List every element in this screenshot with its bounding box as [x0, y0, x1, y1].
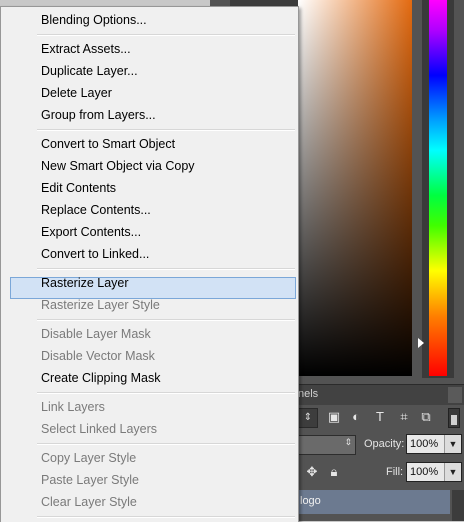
opacity-value: 100% — [410, 438, 439, 450]
menu-item-paste-layer-style[interactable]: Paste Layer Style — [41, 472, 139, 488]
menu-item-group-from-layers[interactable]: Group from Layers... — [41, 107, 156, 123]
menu-separator — [37, 516, 295, 518]
hue-slider-marker[interactable] — [418, 338, 424, 348]
layer-name: logo — [300, 495, 321, 507]
menu-separator — [37, 129, 295, 131]
layer-filter-row: ⇕ ▣ ◐ T ⌗ ⧉ — [298, 406, 464, 428]
lock-row: ✥ 🔒︎ Fill: 100% ▼ — [298, 462, 464, 484]
lock-all-icon[interactable]: 🔒︎ — [326, 464, 342, 480]
menu-item-extract-assets[interactable]: Extract Assets... — [41, 41, 131, 57]
layer-row-selected[interactable]: logo — [298, 490, 450, 514]
type-filter-icon[interactable]: T — [372, 409, 388, 425]
menu-item-copy-layer-style[interactable]: Copy Layer Style — [41, 450, 136, 466]
menu-item-rasterize-layer[interactable]: Rasterize Layer — [41, 275, 129, 291]
blend-mode-row: ⇕ Opacity: 100% ▼ — [298, 434, 464, 456]
shape-filter-icon[interactable]: ⌗ — [396, 409, 412, 425]
chevron-down-icon[interactable]: ▼ — [444, 463, 461, 481]
layers-panel-tabbar: nels — [298, 384, 464, 405]
menu-item-create-clipping-mask[interactable]: Create Clipping Mask — [41, 370, 161, 386]
menu-item-convert-to-smart-object[interactable]: Convert to Smart Object — [41, 136, 175, 152]
menu-separator — [37, 443, 295, 445]
menu-item-export-contents[interactable]: Export Contents... — [41, 224, 141, 240]
menu-item-clear-layer-style[interactable]: Clear Layer Style — [41, 494, 137, 510]
fill-value: 100% — [410, 466, 439, 478]
hue-slider[interactable] — [429, 0, 447, 376]
layers-scrollbar[interactable] — [452, 490, 464, 521]
menu-item-rasterize-layer-style[interactable]: Rasterize Layer Style — [41, 297, 160, 313]
opacity-label: Opacity: — [364, 438, 405, 450]
menu-item-disable-layer-mask[interactable]: Disable Layer Mask — [41, 326, 151, 342]
menu-item-duplicate-layer[interactable]: Duplicate Layer... — [41, 63, 138, 79]
filter-kind-stepper[interactable]: ⇕ — [298, 408, 318, 428]
menu-separator — [37, 34, 295, 36]
menu-separator — [37, 268, 295, 270]
lock-position-icon[interactable]: ✥ — [304, 464, 320, 480]
color-saturation-field[interactable] — [298, 0, 412, 376]
chevron-down-icon[interactable]: ▼ — [444, 435, 461, 453]
panel-scroll-button[interactable] — [448, 387, 462, 403]
filter-toggle-switch[interactable] — [448, 408, 460, 428]
fill-label: Fill: — [386, 466, 404, 478]
menu-item-disable-vector-mask[interactable]: Disable Vector Mask — [41, 348, 155, 364]
chevron-updown-icon: ⇕ — [344, 437, 352, 447]
menu-separator — [37, 319, 295, 321]
smart-object-filter-icon[interactable]: ⧉ — [418, 409, 434, 425]
menu-item-delete-layer[interactable]: Delete Layer — [41, 85, 112, 101]
image-filter-icon[interactable]: ▣ — [326, 409, 342, 425]
adjustment-filter-icon[interactable]: ◐ — [348, 409, 364, 425]
panel-tab-channels[interactable]: nels — [298, 388, 318, 400]
menu-item-replace-contents[interactable]: Replace Contents... — [41, 202, 151, 218]
opacity-field[interactable]: 100% ▼ — [406, 434, 462, 454]
menu-item-new-smart-object-via-copy[interactable]: New Smart Object via Copy — [41, 158, 195, 174]
menu-separator — [37, 392, 295, 394]
fill-field[interactable]: 100% ▼ — [406, 462, 462, 482]
menu-item-link-layers[interactable]: Link Layers — [41, 399, 105, 415]
menu-item-edit-contents[interactable]: Edit Contents — [41, 180, 116, 196]
menu-item-convert-to-linked[interactable]: Convert to Linked... — [41, 246, 149, 262]
menu-item-blending-options[interactable]: Blending Options... — [41, 12, 147, 28]
menu-item-select-linked-layers[interactable]: Select Linked Layers — [41, 421, 157, 437]
blend-mode-dropdown[interactable]: ⇕ — [298, 435, 356, 455]
layer-context-menu: Blending Options... Extract Assets... Du… — [0, 6, 299, 522]
